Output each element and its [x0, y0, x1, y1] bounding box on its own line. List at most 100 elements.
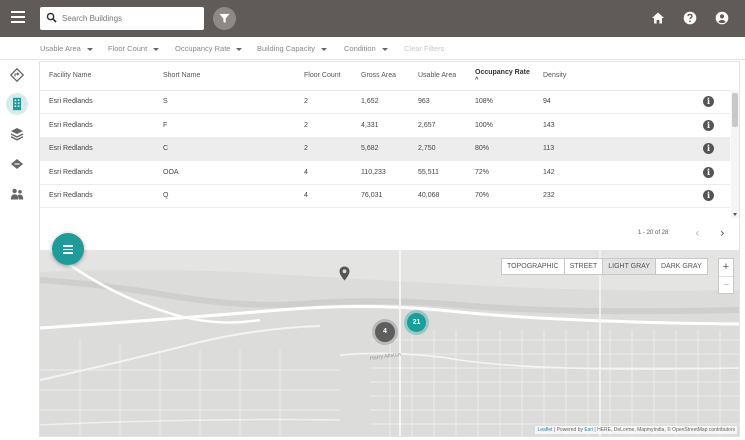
cell-facility-name: Esri Redlands — [40, 184, 154, 208]
cell-facility-name: Esri Redlands — [40, 113, 154, 138]
info-icon[interactable]: i — [703, 190, 714, 202]
header-density[interactable]: Density — [534, 62, 694, 91]
account-icon[interactable] — [715, 11, 729, 25]
table-scrollbar[interactable] — [731, 90, 739, 218]
header-facility-name[interactable]: Facility Name — [40, 62, 154, 91]
building-icon — [13, 97, 21, 111]
clear-filters-button[interactable]: Clear Filters — [404, 44, 444, 53]
cell-density: 143 — [534, 113, 694, 138]
basemap-topographic-button[interactable]: TOPOGRAPHIC — [502, 259, 565, 274]
scroll-down-arrow-icon[interactable] — [733, 213, 737, 216]
search-input[interactable] — [62, 7, 200, 30]
info-icon[interactable]: i — [703, 166, 714, 178]
basemap-dark-gray-button[interactable]: DARK GRAY — [656, 259, 707, 274]
cell-density: 142 — [534, 160, 694, 185]
filter-floor-count[interactable]: Floor Count — [108, 44, 160, 53]
basemap-light-gray: Harry Aliston — [40, 250, 739, 436]
cell-facility-name: Esri Redlands — [40, 137, 154, 161]
zoom-control: + − — [718, 258, 734, 294]
cell-gross-area: 76,031 — [352, 184, 409, 208]
cell-occupancy-rate: 70% — [466, 184, 534, 208]
filter-condition[interactable]: Condition — [344, 44, 388, 53]
header-short-name[interactable]: Short Name — [154, 62, 295, 91]
caret-down-icon — [86, 47, 93, 51]
nav-people[interactable] — [6, 183, 28, 205]
zoom-out-button[interactable]: − — [719, 276, 733, 293]
map-cluster-teal[interactable]: 21 — [407, 313, 426, 332]
next-page-button[interactable]: › — [720, 226, 725, 240]
header-gross-area[interactable]: Gross Area — [352, 62, 409, 91]
caret-down-icon — [381, 47, 388, 51]
table-row[interactable]: Esri Redlands Q 4 76,031 40,068 70% 232 … — [40, 184, 730, 208]
map-view[interactable]: Harry Aliston 4 21 TOPOGRAPHIC STREET LI… — [40, 250, 739, 436]
caret-down-icon — [320, 47, 327, 51]
cell-short-name: OOA — [154, 160, 295, 185]
cell-density: 113 — [534, 137, 694, 161]
table-row[interactable]: Esri Redlands C 2 5,682 2,750 80% 113 i — [40, 137, 730, 161]
info-icon[interactable]: i — [703, 143, 714, 155]
search-icon — [46, 12, 57, 23]
scrollbar-thumb[interactable] — [732, 93, 738, 127]
cell-short-name: F — [154, 113, 295, 138]
attribution-powered-by: | Powered by — [553, 427, 583, 433]
home-icon[interactable] — [651, 11, 665, 25]
header-occupancy-rate[interactable]: Occupancy Rate ^ — [466, 62, 534, 91]
nav-floors[interactable] — [6, 123, 28, 145]
menu-icon[interactable] — [11, 11, 25, 25]
left-nav — [0, 61, 36, 440]
help-icon[interactable] — [683, 11, 697, 25]
cell-occupancy-rate: 80% — [466, 137, 534, 161]
cell-gross-area: 4,331 — [352, 113, 409, 138]
esri-link[interactable]: Esri — [584, 427, 593, 433]
table-row[interactable]: Esri Redlands F 2 4,331 2,657 100% 143 i — [40, 113, 730, 138]
info-icon[interactable]: i — [703, 119, 714, 131]
header-occupancy-rate-label: Occupancy Rate — [475, 68, 530, 76]
filter-building-capacity[interactable]: Building Capacity — [257, 44, 327, 53]
sort-indicator-icon: ^ — [475, 76, 479, 83]
cell-floor-count: 4 — [295, 184, 352, 208]
cell-floor-count: 2 — [295, 113, 352, 138]
cell-usable-area: 2,750 — [409, 137, 466, 161]
map-pin-icon[interactable] — [339, 266, 350, 281]
nav-directions[interactable] — [6, 64, 28, 86]
search-box[interactable] — [40, 7, 204, 30]
map-attribution: Leaflet | Powered by Esri | HERE, DeLorm… — [535, 426, 737, 434]
table-row[interactable]: Esri Redlands S 2 1,652 963 108% 94 i — [40, 90, 730, 114]
cell-gross-area: 5,682 — [352, 137, 409, 161]
zoom-in-button[interactable]: + — [719, 259, 733, 276]
caret-down-icon — [153, 47, 160, 51]
nav-buildings[interactable] — [6, 93, 28, 115]
header-floor-count[interactable]: Floor Count — [295, 62, 352, 91]
header-usable-area[interactable]: Usable Area — [409, 62, 466, 91]
filter-occupancy-rate[interactable]: Occupancy Rate — [175, 44, 243, 53]
cell-density: 94 — [534, 90, 694, 114]
filter-bar: Usable Area Floor Count Occupancy Rate B… — [0, 37, 745, 60]
table-row[interactable]: Esri Redlands OOA 4 110,233 55,511 72% 1… — [40, 160, 730, 185]
cell-occupancy-rate: 100% — [466, 113, 534, 138]
cell-usable-area: 963 — [409, 90, 466, 114]
basemap-light-gray-button[interactable]: LIGHT GRAY — [603, 259, 656, 274]
info-icon[interactable]: i — [703, 96, 714, 108]
cell-short-name: C — [154, 137, 295, 161]
people-icon — [10, 188, 24, 200]
basemap-switcher: TOPOGRAPHIC STREET LIGHT GRAY DARK GRAY — [501, 258, 708, 275]
leaflet-link[interactable]: Leaflet — [537, 427, 552, 433]
map-cluster-gray[interactable]: 4 — [375, 322, 395, 342]
previous-page-button[interactable]: ‹ — [695, 226, 700, 240]
cell-short-name: Q — [154, 184, 295, 208]
table-pager: 1 - 20 of 28 ‹ › — [40, 218, 739, 250]
cell-usable-area: 2,657 — [409, 113, 466, 138]
basemap-street-button[interactable]: STREET — [565, 259, 604, 274]
cell-usable-area: 40,068 — [409, 184, 466, 208]
nav-spaces[interactable] — [6, 153, 28, 175]
funnel-icon — [219, 13, 230, 24]
filter-usable-area[interactable]: Usable Area — [40, 44, 93, 53]
spaces-icon — [11, 159, 23, 169]
filter-button[interactable] — [213, 7, 236, 30]
cell-usable-area: 55,511 — [409, 160, 466, 185]
cell-short-name: S — [154, 90, 295, 114]
menu-fab-button[interactable] — [52, 233, 84, 265]
cell-facility-name: Esri Redlands — [40, 160, 154, 185]
caret-down-icon — [236, 47, 243, 51]
layers-icon — [10, 128, 24, 141]
